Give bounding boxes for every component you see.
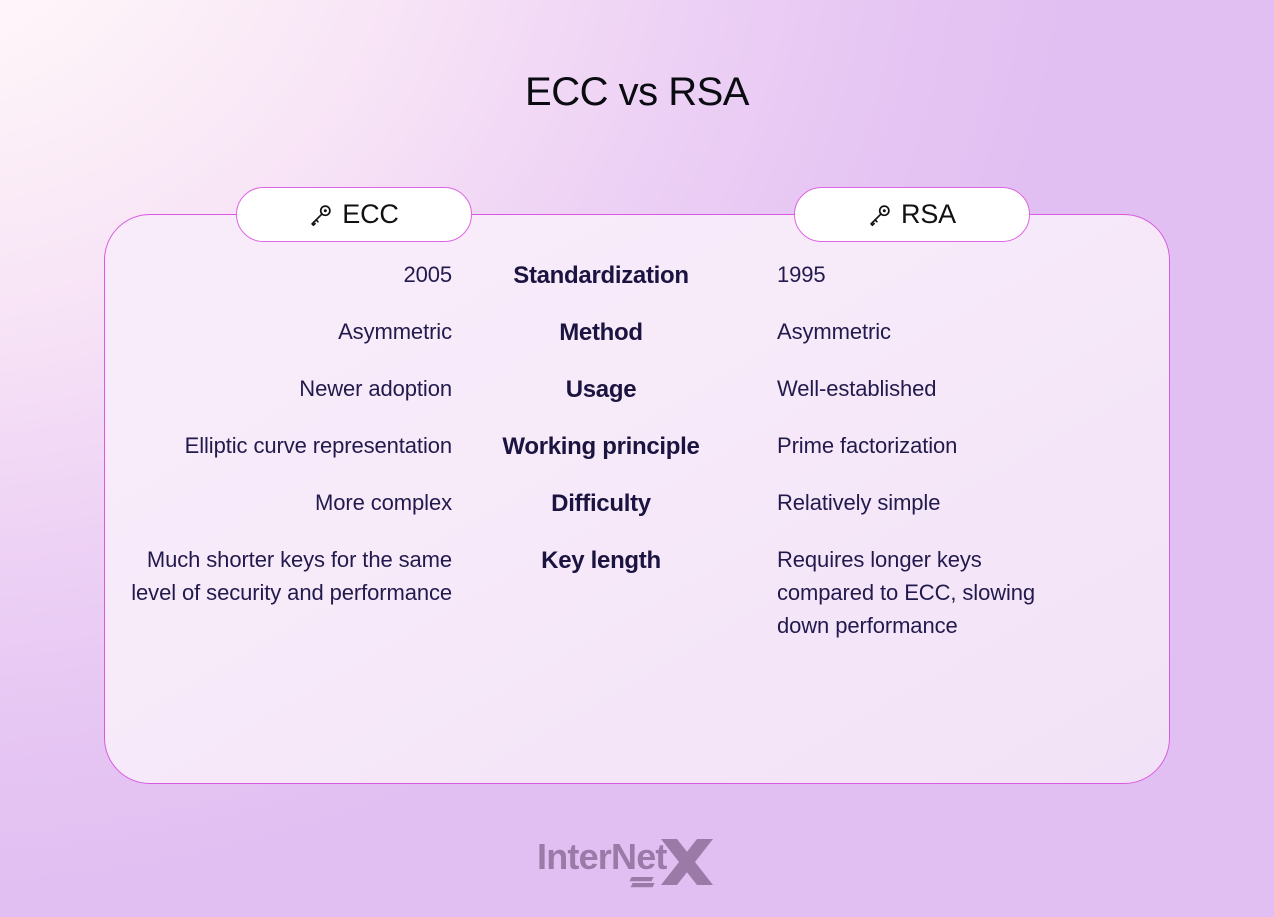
cell-ecc: Elliptic curve representation — [184, 433, 452, 458]
cell-attribute: Difficulty — [551, 490, 651, 517]
column-header-ecc-label: ECC — [342, 199, 399, 229]
cell-rsa: 1995 — [777, 262, 826, 287]
footer-logo: InterNet — [0, 829, 1274, 891]
column-header-rsa-label: RSA — [901, 199, 956, 229]
cell-ecc: Newer adoption — [299, 376, 452, 401]
table-row: Newer adoption Usage Well-established — [104, 372, 1170, 408]
key-icon — [868, 203, 892, 227]
table-row: More complex Difficulty Relatively simpl… — [104, 486, 1170, 522]
table-row: Much shorter keys for the same level of … — [104, 543, 1170, 642]
cell-attribute: Working principle — [502, 433, 700, 460]
cell-ecc: More complex — [315, 490, 452, 515]
cell-attribute: Usage — [565, 376, 637, 403]
cell-ecc: Much shorter keys for the same level of … — [131, 547, 452, 605]
table-row: Elliptic curve representation Working pr… — [104, 429, 1170, 465]
svg-text:InterNet: InterNet — [537, 836, 667, 877]
cell-rsa: Requires longer keys compared to ECC, sl… — [777, 547, 1036, 638]
cell-rsa: Prime factorization — [777, 433, 958, 458]
table-row: Asymmetric Method Asymmetric — [104, 315, 1170, 351]
cell-attribute: Standardization — [513, 262, 689, 289]
cell-rsa: Relatively simple — [777, 490, 941, 515]
internetx-logo-icon: InterNet — [537, 836, 713, 888]
page-title: ECC vs RSA — [525, 70, 749, 114]
cell-ecc: Asymmetric — [338, 319, 452, 344]
cell-rsa: Asymmetric — [777, 319, 891, 344]
key-icon — [309, 203, 333, 227]
cell-ecc: 2005 — [403, 262, 452, 287]
column-header-ecc[interactable]: ECC — [236, 187, 472, 242]
comparison-table: 2005 Standardization 1995 Asymmetric Met… — [104, 214, 1170, 784]
cell-attribute: Key length — [541, 547, 661, 574]
cell-rsa: Well-established — [777, 376, 937, 401]
cell-attribute: Method — [559, 319, 643, 346]
column-header-rsa[interactable]: RSA — [794, 187, 1030, 242]
table-row: 2005 Standardization 1995 — [104, 258, 1170, 294]
